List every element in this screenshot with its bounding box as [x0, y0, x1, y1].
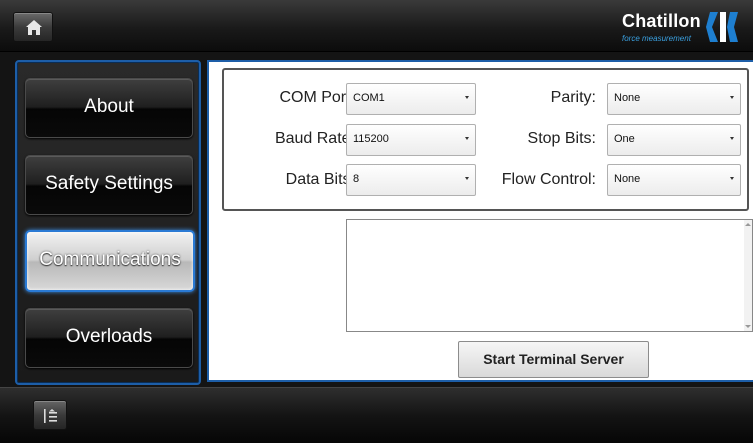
chevron-down-icon	[465, 96, 469, 99]
home-icon	[26, 20, 42, 35]
sidebar-nav: About Safety Settings Communications Ove…	[15, 60, 201, 385]
terminal-scrollbar[interactable]	[744, 220, 752, 331]
start-terminal-server-button[interactable]: Start Terminal Server	[458, 341, 649, 378]
sidebar-item-label: About	[84, 96, 134, 117]
sidebar-item-about[interactable]: About	[25, 78, 193, 138]
baud-rate-label: Baud Rate:	[274, 130, 355, 147]
flow-control-value: None	[614, 173, 641, 185]
home-button[interactable]	[13, 12, 53, 42]
sidebar-item-overloads[interactable]: Overloads	[25, 308, 193, 368]
chevron-down-icon	[730, 96, 734, 99]
parity-value: None	[614, 92, 641, 104]
scroll-up-icon[interactable]	[745, 223, 751, 226]
flow-control-select[interactable]: None	[607, 164, 741, 196]
chevron-down-icon	[730, 137, 734, 140]
sidebar-item-label: Safety Settings	[45, 173, 173, 194]
list-toggle-icon	[44, 409, 57, 423]
terminal-output[interactable]	[346, 219, 753, 332]
chatillon-logo-mark-icon	[706, 12, 738, 42]
brand-tagline: force measurement	[622, 34, 691, 43]
brand-name: Chatillon	[622, 11, 701, 31]
stop-bits-label: Stop Bits:	[527, 130, 596, 147]
com-port-label: COM Port:	[279, 89, 355, 106]
baud-rate-value: 115200	[353, 133, 389, 145]
serial-settings-box: COM Port: COM1 Baud Rate: 115200 Data Bi…	[222, 68, 749, 211]
stop-bits-select[interactable]: One	[607, 124, 741, 156]
data-bits-value: 8	[353, 173, 360, 185]
parity-select[interactable]: None	[607, 83, 741, 115]
chevron-down-icon	[730, 177, 734, 180]
bottom-bar	[0, 387, 753, 443]
data-bits-label: Data Bits:	[285, 171, 355, 188]
baud-rate-select[interactable]: 115200	[346, 124, 476, 156]
com-port-select[interactable]: COM1	[346, 83, 476, 115]
chevron-down-icon	[465, 177, 469, 180]
menu-button[interactable]	[33, 400, 67, 430]
sidebar-item-label: Communications	[39, 249, 181, 270]
com-port-value: COM1	[353, 92, 385, 104]
data-bits-select[interactable]: 8	[346, 164, 476, 196]
brand-logo: Chatillon force measurement	[612, 6, 747, 48]
sidebar-item-communications[interactable]: Communications	[25, 230, 195, 292]
sidebar-item-label: Overloads	[65, 326, 153, 347]
chevron-down-icon	[465, 137, 469, 140]
parity-label: Parity:	[550, 89, 596, 106]
stop-bits-value: One	[614, 133, 635, 145]
scroll-down-icon[interactable]	[745, 325, 751, 328]
flow-control-label: Flow Control:	[501, 171, 596, 188]
sidebar-item-safety-settings[interactable]: Safety Settings	[25, 155, 193, 215]
